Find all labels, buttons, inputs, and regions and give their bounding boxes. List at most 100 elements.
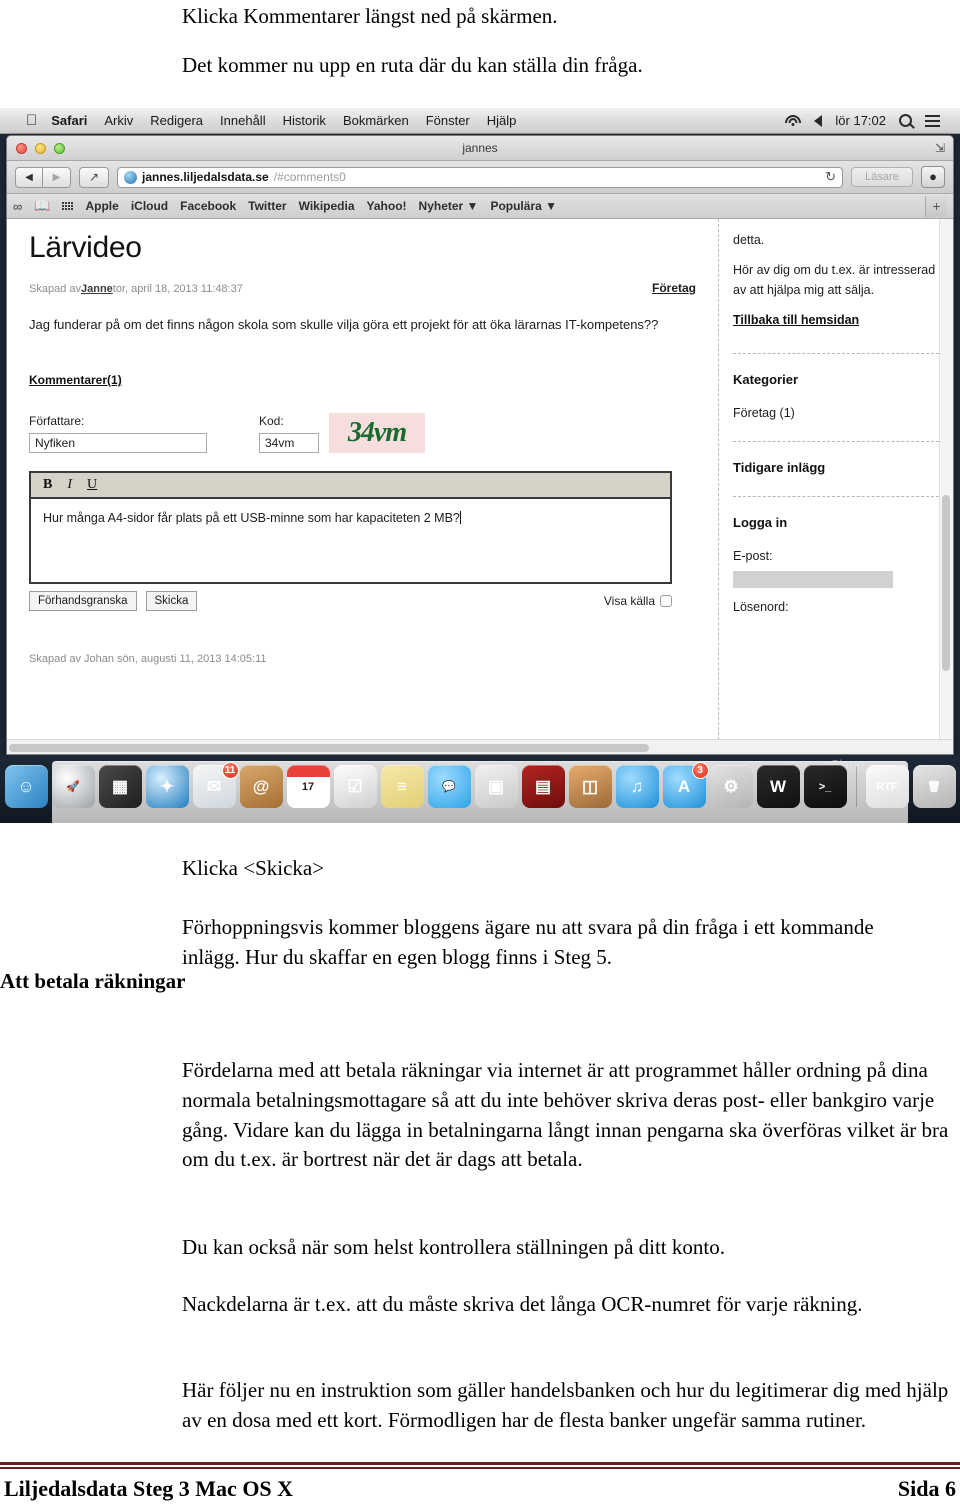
app-store-icon[interactable]: A3 (662, 762, 709, 808)
menu-arkiv[interactable]: Arkiv (104, 113, 133, 128)
app-store-icon-glyph: A (677, 776, 691, 796)
email-label: E-post: (733, 549, 773, 564)
warning-app-icon[interactable]: W (756, 765, 800, 808)
post-category-link[interactable]: Företag (652, 281, 696, 295)
text-caret (459, 511, 461, 525)
iphoto-icon[interactable]: ◫ (568, 765, 612, 808)
forward-button[interactable]: ▶ (43, 166, 71, 188)
finder-icon[interactable]: ☺ (4, 765, 48, 808)
meta-date: tor, april 18, 2013 11:48:37 (112, 283, 243, 295)
contacts-icon[interactable]: @ (239, 765, 283, 808)
show-source-checkbox[interactable] (660, 595, 672, 608)
terminal-icon[interactable]: >_ (803, 765, 847, 808)
reader-button[interactable]: Läsare (851, 167, 913, 187)
vertical-scrollbar-track[interactable] (939, 219, 953, 754)
apple-icon[interactable]:  (26, 113, 37, 128)
mission-control-icon[interactable]: ▦ (98, 765, 142, 808)
horizontal-scrollbar-thumb[interactable] (9, 744, 649, 752)
bookmark-menu-populara[interactable]: Populära ▼ (490, 199, 557, 213)
rtf-document-icon[interactable]: RTF (865, 765, 909, 808)
comment-textarea[interactable]: Hur många A4-sidor får plats på ett USB-… (31, 499, 670, 583)
menu-bokmarken[interactable]: Bokmärken (343, 113, 409, 128)
vertical-scrollbar-thumb[interactable] (942, 495, 950, 671)
safari-icon-glyph: ✦ (159, 776, 175, 796)
facetime-icon[interactable]: ▣ (474, 765, 518, 808)
page-viewport: Lärvideo Skapad av Janne tor, april 18, … (7, 219, 953, 754)
comment-text: Hur många A4-sidor får plats på ett USB-… (43, 511, 460, 526)
send-button[interactable]: Skicka (145, 591, 198, 612)
bookmark-facebook[interactable]: Facebook (180, 199, 236, 213)
calendar-icon[interactable]: 17 (286, 765, 330, 808)
finder-icon-glyph: ☺ (17, 776, 35, 796)
kod-input[interactable] (259, 433, 319, 454)
editor-button-row: Förhandsgranska Skicka Visa källa (29, 591, 672, 612)
launchpad-icon[interactable]: 🚀 (51, 765, 95, 808)
heading-att-betala-rakningar: Att betala räkningar (0, 969, 186, 993)
italic-button[interactable]: I (67, 477, 72, 493)
comment-form-row: Författare: Kod: 34vm (29, 413, 696, 454)
warning-app-icon-glyph: W (769, 776, 787, 796)
post-content: Lärvideo Skapad av Janne tor, april 18, … (7, 219, 719, 754)
dock-shelf: ☺ 🚀 ▦ ✦ ✉ 11 @17 ☑ ≡ 💬 ▣ ▤ ◫ ♫ A 3 ⚙ W >_ RTF 🗑 (4, 761, 956, 823)
system-preferences-icon[interactable]: ⚙ (709, 765, 753, 808)
photobooth-icon[interactable]: ▤ (521, 765, 565, 808)
bookmark-wikipedia[interactable]: Wikipedia (299, 199, 355, 213)
bookmark-twitter[interactable]: Twitter (248, 199, 286, 213)
nackdelarna-paragraph: Nackdelarna är t.ex. att du måste skriva… (182, 1292, 863, 1316)
page-root: Klicka Kommentarer längst ned på skärmen… (0, 0, 960, 1511)
bookmark-apple[interactable]: Apple (85, 199, 118, 213)
embedded-screenshot:  Safari Arkiv Redigera Innehåll Histori… (0, 108, 960, 823)
underline-button[interactable]: U (87, 477, 97, 493)
sidebar-text-top: detta. (733, 233, 765, 247)
trash-icon[interactable]: 🗑 (912, 765, 956, 808)
bookmark-icloud[interactable]: iCloud (131, 199, 168, 213)
bookmarks-bar: ∞ 📖 Apple iCloud Facebook Twitter Wikipe… (7, 194, 953, 219)
menu-hjalp[interactable]: Hjälp (487, 113, 517, 128)
search-icon[interactable] (899, 114, 912, 127)
window-title: jannes (462, 141, 498, 155)
reload-icon[interactable]: ↻ (825, 169, 836, 185)
terminal-icon-glyph: >_ (818, 780, 832, 793)
category-item-foretag[interactable]: Företag (1) (733, 404, 939, 423)
footer-rule (0, 1462, 960, 1469)
volume-icon[interactable] (814, 114, 823, 127)
downloads-icon[interactable]: ● (921, 166, 945, 188)
menu-innehall[interactable]: Innehåll (220, 113, 266, 128)
new-tab-button[interactable]: + (925, 195, 947, 217)
back-to-homepage-link[interactable]: Tillbaka till hemsidan (733, 311, 859, 330)
window-titlebar[interactable]: jannes ⇲ (7, 136, 953, 161)
bookmark-yahoo[interactable]: Yahoo! (367, 199, 407, 213)
book-icon[interactable]: 📖 (34, 198, 50, 214)
back-button[interactable]: ◀ (15, 166, 43, 188)
show-source-group[interactable]: Visa källa (604, 594, 672, 608)
menu-safari[interactable]: Safari (51, 113, 87, 128)
author-input[interactable] (29, 433, 207, 454)
safari-icon[interactable]: ✦ (145, 765, 189, 808)
preview-button[interactable]: Förhandsgranska (29, 591, 137, 612)
messages-icon[interactable]: 💬 (427, 765, 471, 808)
facetime-icon-glyph: ▣ (487, 776, 505, 796)
author-field-group: Författare: (29, 414, 207, 454)
last-comment-meta: Skapad av Johan sön, augusti 11, 2013 14… (29, 653, 267, 666)
address-bar[interactable]: jannes.liljedalsdata.se /#comments0 ↻ (117, 166, 843, 188)
top-sites-icon[interactable] (62, 202, 74, 210)
notes-icon[interactable]: ≡ (380, 765, 424, 808)
reminders-icon[interactable]: ☑ (333, 765, 377, 808)
meta-author-link[interactable]: Janne (81, 283, 113, 295)
horizontal-scrollbar-track[interactable] (7, 739, 953, 754)
mail-icon[interactable]: ✉ 11 (192, 762, 239, 808)
menu-redigera[interactable]: Redigera (150, 113, 203, 128)
wifi-icon[interactable] (784, 114, 801, 127)
reading-glasses-icon[interactable]: ∞ (13, 199, 22, 214)
captcha-image: 34vm (329, 413, 425, 454)
menu-fonster[interactable]: Fönster (426, 113, 470, 128)
bold-button[interactable]: B (43, 477, 52, 493)
bookmark-menu-nyheter[interactable]: Nyheter ▼ (419, 199, 479, 213)
menu-clock[interactable]: lör 17:02 (835, 113, 886, 128)
menu-historik[interactable]: Historik (283, 113, 326, 128)
itunes-icon[interactable]: ♫ (615, 765, 659, 808)
share-icon[interactable]: ↗ (79, 166, 109, 188)
notification-list-icon[interactable] (925, 114, 940, 127)
post-meta: Skapad av Janne tor, april 18, 2013 11:4… (29, 281, 696, 295)
email-field[interactable] (733, 570, 893, 588)
